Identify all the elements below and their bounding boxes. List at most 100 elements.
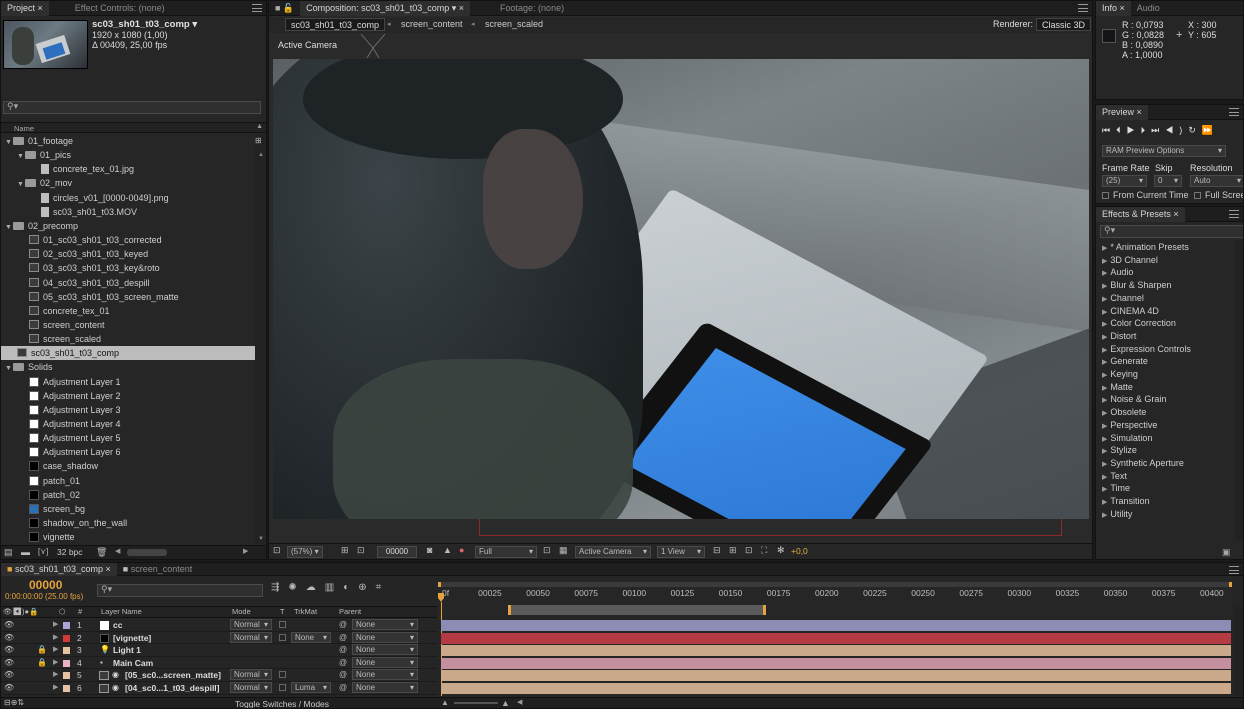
project-item[interactable]: patch_01 xyxy=(1,474,255,488)
effects-category[interactable]: ▶ 3D Channel xyxy=(1102,254,1158,267)
effects-category[interactable]: ▶ Keying xyxy=(1102,368,1138,381)
project-item[interactable]: Adjustment Layer 4 xyxy=(1,417,255,431)
effects-category[interactable]: ▶ Obsolete xyxy=(1102,406,1146,419)
tab-effects-presets[interactable]: Effects & Presets × xyxy=(1096,207,1185,222)
effects-category[interactable]: ▶ Utility xyxy=(1102,508,1132,521)
layer-duration-bar[interactable] xyxy=(441,657,1231,669)
timeline-search-input[interactable]: ⚲▾ xyxy=(97,584,263,597)
mask-visibility-icon[interactable]: ⊡ xyxy=(357,545,365,556)
safe-zones-icon[interactable]: ⊞ xyxy=(341,545,349,556)
frame-rate-dropdown[interactable]: (25) ▾ xyxy=(1102,175,1147,187)
effects-category[interactable]: ▶ Channel xyxy=(1102,292,1144,305)
new-preset-icon[interactable]: ▣ xyxy=(1222,547,1231,558)
project-item[interactable]: vignette xyxy=(1,530,255,544)
effects-category[interactable]: ▶ Noise & Grain xyxy=(1102,393,1166,406)
effects-category[interactable]: ▶ * Animation Presets xyxy=(1102,241,1189,254)
effects-category[interactable]: ▶ Text xyxy=(1102,470,1127,483)
timeline-icon[interactable]: ⊡ xyxy=(745,545,753,556)
disclosure-triangle-icon[interactable]: ▶ xyxy=(1102,283,1107,290)
disclosure-triangle-icon[interactable]: ▶ xyxy=(1102,258,1107,265)
draft-3d-icon[interactable]: ✺ xyxy=(288,582,305,593)
expand-layer-switches-icon[interactable]: ⊟⊕⇅ xyxy=(4,698,24,707)
effects-scrollbar[interactable] xyxy=(1235,241,1243,541)
layer-duration-bar[interactable] xyxy=(441,645,1231,657)
audio-icon[interactable]: ◀) xyxy=(1165,125,1188,135)
work-area-bar[interactable] xyxy=(438,582,1232,587)
fast-previews-icon[interactable]: ⊞ xyxy=(729,545,737,556)
effects-category[interactable]: ▶ Stylize xyxy=(1102,444,1137,457)
exposure-icon[interactable]: ✻ xyxy=(777,545,785,556)
comp-panel-menu-icon[interactable] xyxy=(1078,4,1088,12)
flowchart-icon[interactable]: ⊞ xyxy=(255,136,265,146)
region-of-interest-icon[interactable]: ⊡ xyxy=(543,545,551,556)
tab-footage[interactable]: Footage: (none) xyxy=(494,1,570,16)
timeline-zoom-slider[interactable] xyxy=(454,702,498,704)
project-hscroll[interactable] xyxy=(127,549,167,556)
layer-duration-bar[interactable] xyxy=(441,620,1231,631)
disclosure-triangle-icon[interactable]: ▶ xyxy=(1102,245,1107,252)
disclosure-triangle-icon[interactable]: ▶ xyxy=(1102,499,1107,506)
views-dropdown[interactable]: 1 View ▾ xyxy=(657,546,705,558)
disclosure-triangle-icon[interactable]: ▶ xyxy=(1102,448,1107,455)
disclosure-triangle-icon[interactable]: ▶ xyxy=(1102,397,1107,404)
project-folder[interactable]: ▼ 02_mov xyxy=(1,176,255,190)
brainstorm-icon[interactable]: ⌗ xyxy=(376,582,391,593)
layer-duration-bar[interactable] xyxy=(441,632,1231,644)
project-item[interactable]: sc03_sh01_t03.MOV xyxy=(1,205,255,219)
disclosure-triangle-icon[interactable]: ▶ xyxy=(1102,347,1107,354)
project-folder[interactable]: ▼ 01_pics xyxy=(1,148,255,162)
timeline-timecode[interactable]: 00000 xyxy=(29,578,62,592)
snapshot-icon[interactable]: ◙ xyxy=(427,545,432,555)
project-column-header[interactable]: Name ▲ xyxy=(1,122,266,133)
tab-timeline-screen-content[interactable]: ■ screen_content xyxy=(117,563,199,576)
effects-category[interactable]: ▶ Matte xyxy=(1102,381,1133,394)
timecode-field[interactable]: 00000 xyxy=(377,546,417,558)
disclosure-triangle-icon[interactable]: ▶ xyxy=(1102,372,1107,379)
project-item[interactable]: Adjustment Layer 1 xyxy=(1,375,255,389)
panel-menu-icon[interactable] xyxy=(252,4,262,12)
effects-category[interactable]: ▶ Transition xyxy=(1102,495,1150,508)
disclosure-triangle-icon[interactable]: ▶ xyxy=(1102,486,1107,493)
project-item[interactable]: Adjustment Layer 5 xyxy=(1,431,255,445)
disclosure-triangle-icon[interactable]: ▶ xyxy=(1102,474,1107,481)
ram-preview-icon[interactable]: ⏩ xyxy=(1202,125,1219,135)
project-item[interactable]: 04_sc03_sh01_t03_despill xyxy=(1,276,255,290)
zoom-dropdown[interactable]: (57%) ▾ xyxy=(287,546,323,558)
timeline-menu-icon[interactable] xyxy=(1229,566,1239,574)
zoom-out-icon[interactable]: ▲ xyxy=(441,698,449,707)
full-screen-checkbox[interactable] xyxy=(1194,192,1201,199)
project-item[interactable]: sc03_sh01_t03_comp xyxy=(1,346,255,361)
disclosure-triangle-icon[interactable]: ▶ xyxy=(1102,359,1107,366)
prev-frame-icon[interactable]: ⏴ xyxy=(1116,125,1127,135)
composition-mini-flowchart-icon[interactable]: ⇶ xyxy=(271,582,288,593)
loop-icon[interactable]: ↻ xyxy=(1188,125,1202,135)
project-item[interactable]: 03_sc03_sh01_t03_key&roto xyxy=(1,261,255,275)
disclosure-triangle-icon[interactable]: ▶ xyxy=(1102,423,1107,430)
project-item[interactable]: 05_sc03_sh01_t03_screen_matte xyxy=(1,290,255,304)
new-folder-icon[interactable]: ▬ xyxy=(21,547,30,557)
frame-blending-icon[interactable]: ▥ xyxy=(325,582,343,593)
breadcrumb-item-2[interactable]: screen_scaled xyxy=(485,19,543,29)
project-item[interactable]: Adjustment Layer 2 xyxy=(1,389,255,403)
scroll-left-icon[interactable]: ◀ xyxy=(115,547,120,555)
graph-editor-icon[interactable]: ⊕ xyxy=(358,582,375,593)
always-preview-icon[interactable]: ⊡ xyxy=(273,545,281,556)
project-search-input[interactable]: ⚲▾ xyxy=(3,101,261,114)
project-item[interactable]: circles_v01_[0000-0049].png xyxy=(1,191,255,205)
project-scrollbar[interactable]: ⊞ ▲ ▼ xyxy=(255,134,265,544)
new-comp-icon[interactable]: [⋎] xyxy=(38,547,48,556)
effects-category[interactable]: ▶ Generate xyxy=(1102,355,1148,368)
tab-preview[interactable]: Preview × xyxy=(1096,105,1148,120)
motion-blur-icon[interactable]: ◐ xyxy=(343,582,358,593)
disclosure-triangle-icon[interactable]: ▶ xyxy=(1102,296,1107,303)
disclosure-triangle-icon[interactable]: ▶ xyxy=(1102,334,1107,341)
effects-category[interactable]: ▶ Distort xyxy=(1102,330,1136,343)
tab-info[interactable]: Info × xyxy=(1096,1,1131,16)
from-current-time-checkbox[interactable] xyxy=(1102,192,1109,199)
resolution-dropdown[interactable]: Auto ▾ xyxy=(1190,175,1243,187)
effects-category[interactable]: ▶ Perspective xyxy=(1102,419,1157,432)
last-frame-icon[interactable]: ⏭ xyxy=(1151,125,1165,135)
disclosure-triangle-icon[interactable]: ▶ xyxy=(1102,461,1107,468)
camera-dropdown[interactable]: Active Camera ▾ xyxy=(575,546,651,558)
project-item[interactable]: Adjustment Layer 6 xyxy=(1,445,255,459)
